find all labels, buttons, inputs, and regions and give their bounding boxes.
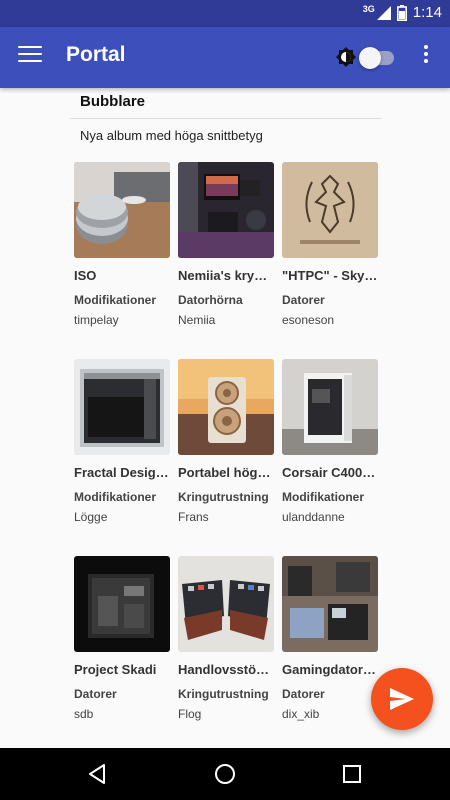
dark-mode-toggle[interactable]: [359, 47, 396, 69]
album-thumbnail: [282, 359, 378, 455]
album-card-handlovsstod[interactable]: Handlovsstö… Kringutrustning Flog: [178, 556, 274, 721]
album-title: Portabel hög…: [178, 465, 271, 480]
album-category: Datorer: [74, 687, 117, 701]
album-category: Modifikationer: [74, 293, 157, 307]
section-subtitle: Nya album med höga snittbetyg: [80, 128, 263, 143]
section-title: Bubblare: [70, 88, 382, 119]
menu-icon[interactable]: [18, 46, 42, 68]
album-user: Lögge: [74, 510, 108, 524]
home-icon[interactable]: [213, 762, 237, 786]
album-title: Corsair C400…: [282, 465, 376, 480]
section-header: Bubblare Nya album med höga snittbetyg: [70, 88, 382, 149]
album-card-iso[interactable]: ISO Modifikationer timpelay: [74, 162, 170, 327]
album-user: Frans: [178, 510, 209, 524]
album-card-fractal[interactable]: Fractal Desig… Modifikationer Lögge: [74, 359, 170, 524]
album-title: Fractal Desig…: [74, 465, 169, 480]
album-user: sdb: [74, 707, 94, 721]
app-bar: Portal: [0, 27, 450, 88]
album-user: dix_xib: [282, 707, 320, 721]
album-thumbnail: [178, 556, 274, 652]
brightness-icon: [336, 47, 356, 67]
album-category: Datorer: [282, 687, 325, 701]
album-category: Datorer: [282, 293, 325, 307]
album-card-skadi[interactable]: Project Skadi Datorer sdb: [74, 556, 170, 721]
album-category: Kringutrustning: [178, 687, 269, 701]
album-title: "HTPC" - Sky…: [282, 268, 378, 283]
album-thumbnail: [74, 359, 170, 455]
clock: 1:14: [412, 4, 442, 21]
battery-icon: [396, 4, 407, 21]
send-icon: [390, 688, 414, 710]
album-title: Nemiia's kry…: [178, 268, 268, 283]
album-card-portabel[interactable]: Portabel hög… Kringutrustning Frans: [178, 359, 274, 524]
navigation-bar: [0, 748, 450, 800]
album-card-gamingdator[interactable]: Gamingdator… Datorer dix_xib: [282, 556, 378, 721]
send-fab-button[interactable]: [371, 668, 433, 730]
app-title: Portal: [66, 43, 126, 66]
album-thumbnail: [282, 162, 378, 258]
album-card-nemiia[interactable]: Nemiia's kry… Datorhörna Nemiia: [178, 162, 274, 327]
toggle-thumb: [359, 47, 381, 69]
album-thumbnail: [74, 556, 170, 652]
album-user: Nemiia: [178, 313, 216, 327]
album-user: timpelay: [74, 313, 119, 327]
album-user: esoneson: [282, 313, 335, 327]
album-user: ulanddanne: [282, 510, 345, 524]
album-title: Handlovsstö…: [178, 662, 270, 677]
signal-icon: [376, 5, 391, 20]
album-card-corsair[interactable]: Corsair C400… Modifikationer ulanddanne: [282, 359, 378, 524]
album-category: Kringutrustning: [178, 490, 269, 504]
album-thumbnail: [74, 162, 170, 258]
album-user: Flog: [178, 707, 202, 721]
album-category: Datorhörna: [178, 293, 243, 307]
network-type: 3G: [362, 3, 375, 14]
album-thumbnail: [282, 556, 378, 652]
album-thumbnail: [178, 162, 274, 258]
more-vert-icon[interactable]: [418, 45, 434, 69]
recents-icon[interactable]: [340, 762, 364, 786]
album-category: Modifikationer: [282, 490, 365, 504]
album-card-htpc[interactable]: "HTPC" - Sky… Datorer esoneson: [282, 162, 378, 327]
album-title: ISO: [74, 268, 97, 283]
status-bar: 3G 1:14: [0, 0, 450, 27]
album-title: Project Skadi: [74, 662, 157, 677]
album-category: Modifikationer: [74, 490, 157, 504]
album-title: Gamingdator…: [282, 662, 376, 677]
album-thumbnail: [178, 359, 274, 455]
back-icon[interactable]: [86, 762, 110, 786]
